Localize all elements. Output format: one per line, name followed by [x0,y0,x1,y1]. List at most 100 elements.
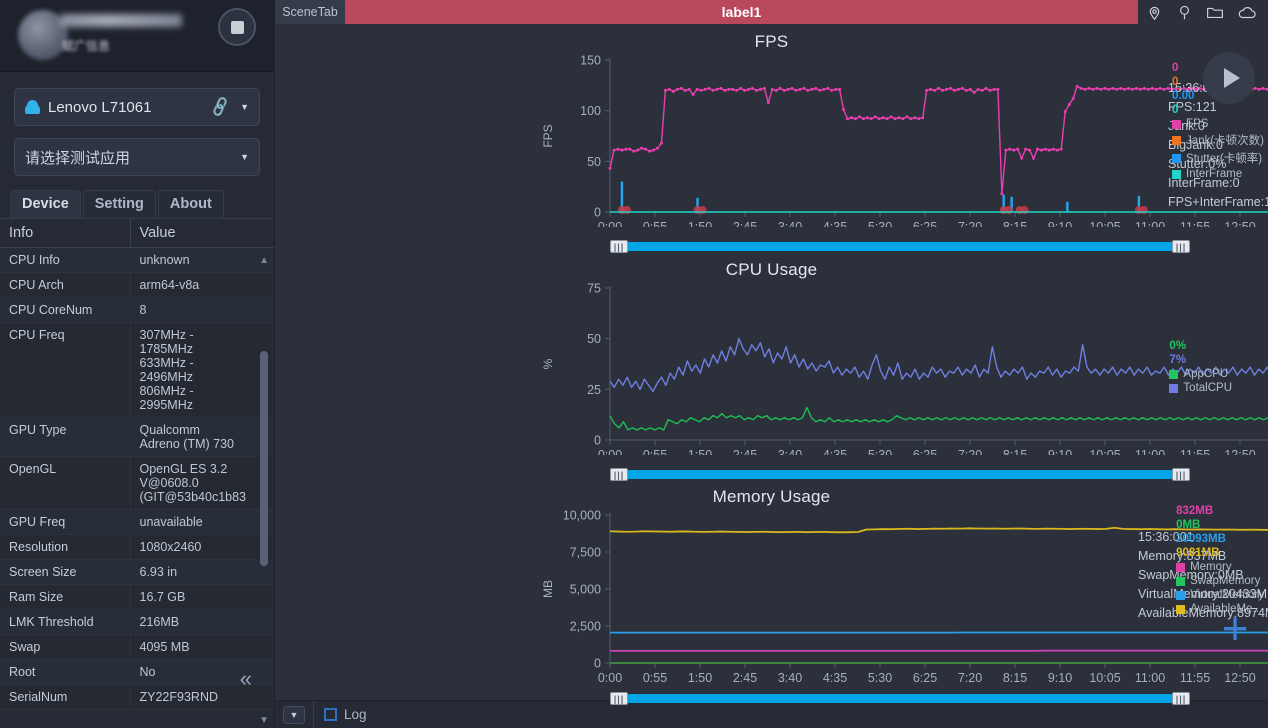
tab-about[interactable]: About [158,190,224,218]
legend-item[interactable]: TotalCPU [1169,382,1232,394]
svg-text:11:55: 11:55 [1180,220,1210,227]
cpu-chart-title: CPU Usage [275,252,1268,280]
svg-text:6:25: 6:25 [913,448,937,455]
left-panel: 赋广信息 Lenovo L71061 🔗 ▼ 请选择测试应用 ▼ Device … [0,0,275,728]
svg-text:2:45: 2:45 [733,220,757,227]
legend-label: FPS [1186,118,1208,130]
legend-item[interactable]: AppCPU [1169,368,1232,380]
legend-value: 7% [1169,354,1232,366]
table-scrollbar[interactable] [260,255,268,710]
legend-value: 9081MB [1176,547,1264,559]
svg-text:6:25: 6:25 [913,671,937,682]
fps-slider-track[interactable] [610,242,1190,251]
svg-text:4:35: 4:35 [823,671,847,682]
log-checkbox[interactable] [324,708,337,721]
table-cell-value: 1080x2460 [130,535,274,560]
play-button[interactable] [1203,52,1255,104]
cloud-icon[interactable] [1237,4,1257,21]
table-cell-info: GPU Type [0,418,130,457]
legend-item[interactable]: SwapMemory [1176,575,1264,587]
scene-tab[interactable]: SceneTab [275,0,345,24]
table-cell-value: OpenGL ES 3.2 V@0608.0 (GIT@53b40c1b83 [130,457,274,510]
log-label: Log [344,707,367,722]
svg-text:75: 75 [587,282,601,296]
svg-text:8:15: 8:15 [1003,220,1027,227]
device-info-table-container: Info Value CPU InfounknownCPU Archarm64-… [0,218,274,728]
memory-slider-handle-left[interactable]: ||| [610,692,628,705]
cpu-legend: 0%7%AppCPUTotalCPU [1169,340,1232,394]
svg-text:3:40: 3:40 [778,448,802,455]
legend-swatch [1169,370,1178,379]
table-row: GPU Frequnavailable [0,510,274,535]
table-cell-info: CPU Arch [0,273,130,298]
table-header-info: Info [0,219,130,248]
scroll-down-arrow-icon[interactable]: ▼ [259,715,269,726]
legend-label: VirtualMemory [1190,589,1264,601]
scene-label-bar[interactable]: label1 [345,0,1138,24]
add-chart-button[interactable]: + [1210,605,1260,655]
legend-item[interactable]: Memory [1176,561,1264,573]
table-row: CPU Infounknown [0,248,274,273]
legend-item[interactable]: InterFrame [1172,168,1264,180]
table-cell-value: arm64-v8a [130,273,274,298]
memory-legend: 832MB0MB20093MB9081MBMemorySwapMemoryVir… [1176,505,1264,615]
memory-slider-handle-right[interactable]: ||| [1172,692,1190,705]
svg-text:0: 0 [594,657,601,671]
legend-value: 0 [1172,104,1264,116]
table-cell-info: Screen Size [0,560,130,585]
svg-text:12:50: 12:50 [1224,671,1255,682]
tab-setting[interactable]: Setting [83,190,156,218]
legend-item[interactable]: FPS [1172,118,1264,130]
pin-icon[interactable] [1176,4,1193,21]
svg-text:11:00: 11:00 [1135,220,1165,227]
top-bar-icons [1138,0,1268,24]
table-cell-value: unavailable [130,510,274,535]
legend-label: Jank(卡顿次数) [1186,132,1264,148]
table-cell-value: 4095 MB [130,635,274,660]
legend-item[interactable]: Stutter(卡顿率) [1172,150,1264,166]
memory-slider-track[interactable] [610,694,1190,703]
memory-chart: Memory Usage 02,5005,0007,50010,000MB0:0… [275,479,1268,699]
svg-text:50: 50 [587,332,601,346]
tab-device[interactable]: Device [10,190,81,218]
svg-text:10,000: 10,000 [563,509,601,523]
usb-link-icon[interactable]: 🔗 [209,95,233,118]
table-cell-value: ZY22F93RND [130,685,274,710]
svg-text:0:00: 0:00 [598,448,622,455]
table-row: CPU Archarm64-v8a [0,273,274,298]
svg-text:FPS: FPS [541,124,555,147]
legend-item[interactable]: VirtualMemory [1176,589,1264,601]
legend-swatch [1169,384,1178,393]
table-scrollbar-thumb[interactable] [260,351,268,566]
app-selector[interactable]: 请选择测试应用 ▼ [14,138,260,176]
log-toggle-group[interactable]: Log [313,701,367,728]
legend-swatch [1176,577,1185,586]
collapse-panel-icon[interactable]: « [240,666,252,692]
legend-value: 832MB [1176,505,1264,517]
table-cell-info: OpenGL [0,457,130,510]
svg-text:1:50: 1:50 [688,448,712,455]
svg-text:0:00: 0:00 [598,671,622,682]
svg-text:5:30: 5:30 [868,220,892,227]
svg-text:5,000: 5,000 [570,583,601,597]
legend-item[interactable]: Jank(卡顿次数) [1172,132,1264,148]
svg-text:1:50: 1:50 [688,220,712,227]
device-selector[interactable]: Lenovo L71061 🔗 ▼ [14,88,260,126]
expand-bottom-panel-button[interactable]: ▼ [283,706,305,724]
svg-text:%: % [541,358,555,369]
location-pin-icon[interactable] [1146,4,1163,21]
cpu-slider-track[interactable] [610,470,1190,479]
svg-text:50: 50 [587,155,601,169]
chevron-down-icon: ▼ [240,152,249,162]
table-row: SerialNumZY22F93RND [0,685,274,710]
svg-text:11:00: 11:00 [1135,448,1165,455]
table-row: GPU TypeQualcomm Adreno (TM) 730 [0,418,274,457]
stop-record-button[interactable] [218,8,256,46]
svg-text:8:15: 8:15 [1003,671,1027,682]
chevron-down-icon: ▼ [240,102,249,112]
left-panel-tabs: Device Setting About [10,190,274,218]
memory-timeline-slider[interactable]: ||| ||| [610,692,1190,705]
folder-icon[interactable] [1206,4,1224,21]
fps-plot: 050100150FPS0:000:551:502:453:404:355:30… [275,52,1268,249]
legend-value: 20093MB [1176,533,1264,545]
